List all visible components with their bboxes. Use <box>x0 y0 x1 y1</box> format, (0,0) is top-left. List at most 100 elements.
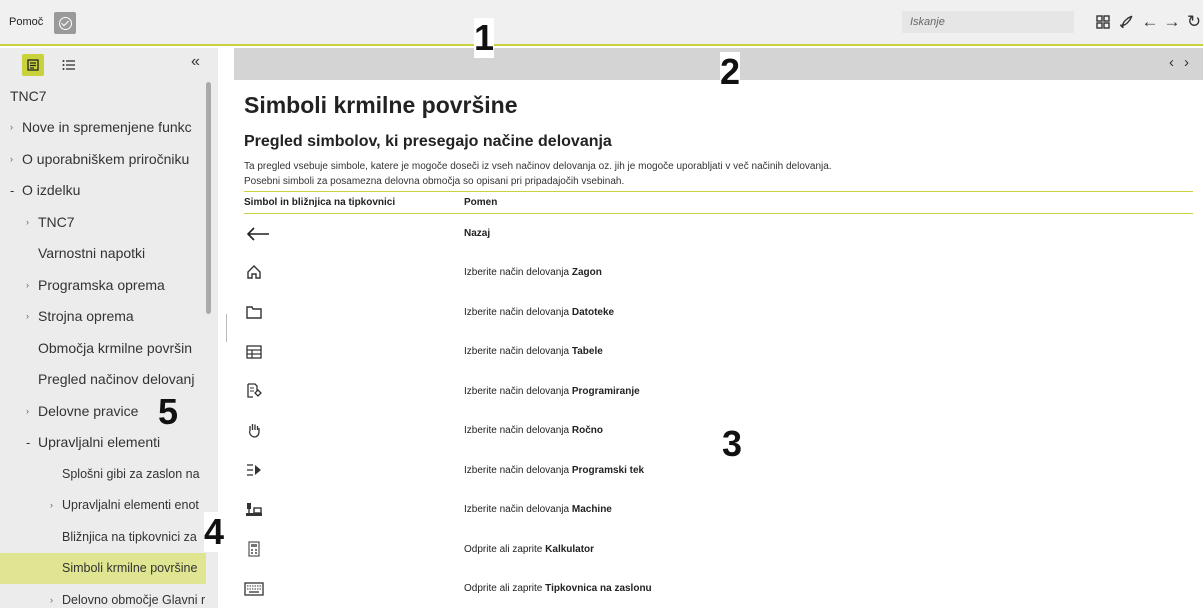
table-row: Odprite ali zaprite Tipkovnica na zaslon… <box>244 569 1193 608</box>
sidebar-header: « <box>0 48 218 80</box>
home-icon <box>244 262 264 282</box>
meaning-keyword: Tipkovnica na zaslonu <box>545 583 652 595</box>
table-row: Izberite način delovanja Machine <box>244 490 1193 530</box>
table-row: Odprite ali zaprite Kalkulator <box>244 530 1193 570</box>
meaning-text: Izberite način delovanja <box>464 385 572 397</box>
symbol-cell <box>244 530 464 570</box>
app-title: Pomoč <box>9 16 44 28</box>
meaning-text: Izberite način delovanja <box>464 425 572 437</box>
sidebar-item[interactable]: Bližnjica na tipkovnici za <box>0 521 206 553</box>
sidebar-item[interactable]: Varnostni napotki <box>0 238 206 270</box>
sidebar-item[interactable]: › Upravljalni elementi enot <box>0 490 206 522</box>
meaning-keyword: Machine <box>571 504 612 516</box>
section-title: Pregled simbolov, ki presegajo načine de… <box>244 133 612 150</box>
sidebar-item-label: Splošni gibi za zaslon na <box>62 466 200 481</box>
sidebar-item[interactable]: › Strojna oprema <box>0 301 206 333</box>
table-row: Izberite način delovanja Tabele <box>244 332 1193 372</box>
meaning-keyword: Nazaj <box>464 228 491 239</box>
chevron-right-icon[interactable]: › <box>10 122 22 132</box>
meaning-cell: Odprite ali zaprite Kalkulator <box>464 530 1193 570</box>
callout-4: 4 <box>204 511 225 552</box>
sidebar-item-label: Delovno območje Glavni r <box>62 592 206 607</box>
symbol-cell <box>244 214 464 254</box>
nav-tree: TNC7 › Nove in spremenjene funkc › O uporabn… <box>0 80 218 608</box>
table-row: Izberite način delovanja Programiranje <box>244 372 1193 412</box>
sidebar-item-label: Varnostni napotki <box>38 245 146 262</box>
meaning-cell: Izberite način delovanja Tabele <box>464 332 1193 372</box>
sidebar-item-label: Upravljalni elementi <box>38 434 161 451</box>
sidebar-item[interactable]: › O uporabniškem priročniku <box>0 143 206 175</box>
symbol-cell <box>244 253 464 293</box>
symbol-cell <box>244 411 464 451</box>
table-row: Izberite način delovanja Datoteke <box>244 293 1193 333</box>
chevron-right-icon[interactable]: › <box>26 406 38 416</box>
symbol-cell <box>244 293 464 333</box>
sidebar-item[interactable]: › Nove in spremenjene funkc <box>0 112 206 144</box>
meaning-cell: Izberite način delovanja Programiranje <box>464 372 1193 412</box>
chevron-right-icon[interactable]: › <box>10 154 22 164</box>
intro-text: Ta pregled vsebuje simbole, katere je mo… <box>244 161 832 172</box>
collapse-minus-icon[interactable]: - <box>26 435 38 450</box>
meaning-cell: Nazaj <box>464 214 1193 254</box>
symbol-cell <box>244 490 464 530</box>
sidebar-item[interactable]: TNC7 <box>0 80 206 112</box>
collapse-sidebar-icon[interactable]: « <box>191 53 200 71</box>
confirm-button[interactable] <box>54 12 76 34</box>
chevron-right-icon[interactable]: › <box>50 595 62 605</box>
symbol-cell <box>244 569 464 608</box>
rocket-icon[interactable] <box>1116 12 1136 32</box>
callout-5: 5 <box>158 391 179 432</box>
sidebar-item[interactable]: › Programska oprema <box>0 269 206 301</box>
sidebar-item[interactable]: Simboli krmilne površine <box>0 552 206 584</box>
toc-view-button[interactable] <box>22 54 44 76</box>
list-view-button[interactable] <box>58 54 80 76</box>
sidebar-item[interactable]: › Delovno območje Glavni r <box>0 584 206 608</box>
symbols-table: Simbol in bližnjica na tipkovnici Pomen … <box>244 191 1193 608</box>
divider-grip[interactable] <box>226 314 227 342</box>
sidebar-item[interactable]: -O izdelku <box>0 175 206 207</box>
page-nav-arrows[interactable]: ‹› <box>1169 54 1199 71</box>
symbol-cell <box>244 451 464 491</box>
check-circle-icon <box>58 16 72 30</box>
sidebar-item-label: O izdelku <box>22 182 81 199</box>
sidebar-item-label: Upravljalni elementi enot <box>62 498 199 513</box>
meaning-text: Izberite način delovanja <box>464 267 572 279</box>
meaning-keyword: Programiranje <box>571 385 640 397</box>
meaning-text: Izberite način delovanja <box>464 346 572 358</box>
grid-icon[interactable] <box>1093 12 1113 32</box>
sidebar-item[interactable]: Območja krmilne površin <box>0 332 206 364</box>
table-icon <box>244 342 264 362</box>
chevron-right-icon[interactable]: › <box>26 217 38 227</box>
chevron-right-icon[interactable]: › <box>26 280 38 290</box>
reload-icon[interactable]: ↻ <box>1184 12 1203 32</box>
meaning-keyword: Tabele <box>571 346 603 358</box>
back-arrow-icon[interactable]: ← <box>1140 12 1160 32</box>
sidebar-item[interactable]: › TNC7 <box>0 206 206 238</box>
sidebar-item[interactable]: Splošni gibi za zaslon na <box>0 458 206 490</box>
forward-arrow-icon[interactable]: → <box>1162 12 1182 32</box>
machine-icon <box>244 499 264 519</box>
page-title: Simboli krmilne površine <box>244 92 518 118</box>
symbol-cell <box>244 372 464 412</box>
callout-1: 1 <box>474 17 495 58</box>
chevron-right-icon[interactable]: › <box>26 311 38 321</box>
meaning-text: Izberite način delovanja <box>464 464 572 476</box>
meaning-text: Izberite način delovanja <box>464 306 572 318</box>
collapse-minus-icon[interactable]: - <box>10 183 22 198</box>
calculator-icon <box>244 539 264 559</box>
sidebar-scrollbar[interactable] <box>206 82 211 314</box>
hand-icon <box>244 420 264 440</box>
content-area: Simboli krmilne površine Pregled simbolo… <box>244 80 1194 608</box>
sidebar-item-label: TNC7 <box>10 87 47 104</box>
list-icon <box>62 60 75 70</box>
table-row: Izberite način delovanja Zagon <box>244 253 1193 293</box>
sidebar: « TNC7 › Nove in spremenjene funkc › O upora… <box>0 48 218 608</box>
top-bar: Pomoč ← → ↻ <box>0 0 1203 46</box>
search-input[interactable] <box>902 11 1074 33</box>
table-row: Izberite način delovanja Ročno <box>244 411 1193 451</box>
meaning-cell: Izberite način delovanja Programski tek <box>464 451 1193 491</box>
program-run-icon <box>244 460 264 480</box>
page-toolbar: ‹› <box>234 48 1203 80</box>
chevron-right-icon[interactable]: › <box>50 500 62 510</box>
folder-icon <box>244 302 264 322</box>
